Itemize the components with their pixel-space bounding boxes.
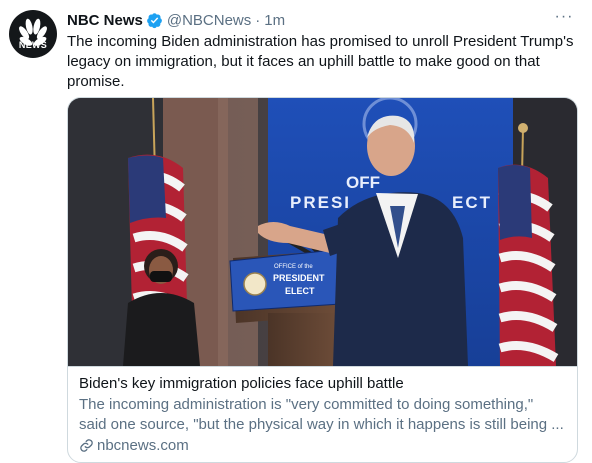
avatar-news-text: NEWS [18, 40, 48, 50]
card-body[interactable]: Biden's key immigration policies face up… [68, 366, 577, 462]
card-title[interactable]: Biden's key immigration policies face up… [79, 375, 404, 392]
press-conference-photo: OFF PRESI ECT E [68, 98, 577, 366]
more-options-icon[interactable]: ··· [554, 9, 574, 30]
card-description: The incoming administration is "very com… [79, 395, 569, 435]
tweet-text: The incoming Biden administration has pr… [67, 33, 574, 90]
avatar[interactable]: NEWS [9, 10, 57, 58]
nbc-peacock-icon [19, 18, 47, 46]
timestamp[interactable]: 1m [264, 12, 285, 29]
svg-text:ELECT: ELECT [285, 286, 315, 296]
link-card[interactable]: OFF PRESI ECT E [67, 97, 578, 463]
svg-text:OFF: OFF [346, 173, 380, 192]
card-description-line-1: The incoming administration is "very com… [79, 396, 534, 413]
card-photo[interactable]: OFF PRESI ECT E [68, 98, 577, 366]
svg-text:PRESIDENT: PRESIDENT [273, 273, 325, 283]
link-icon [80, 439, 93, 452]
svg-text:OFFICE of the: OFFICE of the [274, 264, 313, 270]
verified-badge-icon [146, 12, 162, 28]
tweet-header: NBC News @NBCNews · 1m [67, 10, 285, 30]
card-domain-text[interactable]: nbcnews.com [97, 437, 189, 454]
card-domain[interactable]: nbcnews.com [79, 437, 189, 454]
author-handle[interactable]: @NBCNews [167, 12, 251, 29]
svg-text:ECT: ECT [452, 193, 492, 212]
svg-text:PRESI: PRESI [290, 193, 351, 212]
author-name[interactable]: NBC News [67, 12, 143, 29]
card-description-line-2: said one source, "but the physical way i… [79, 416, 564, 433]
separator: · [255, 11, 261, 29]
tweet[interactable]: NEWS NBC News @NBCNews · 1m ··· The inco… [0, 0, 592, 463]
